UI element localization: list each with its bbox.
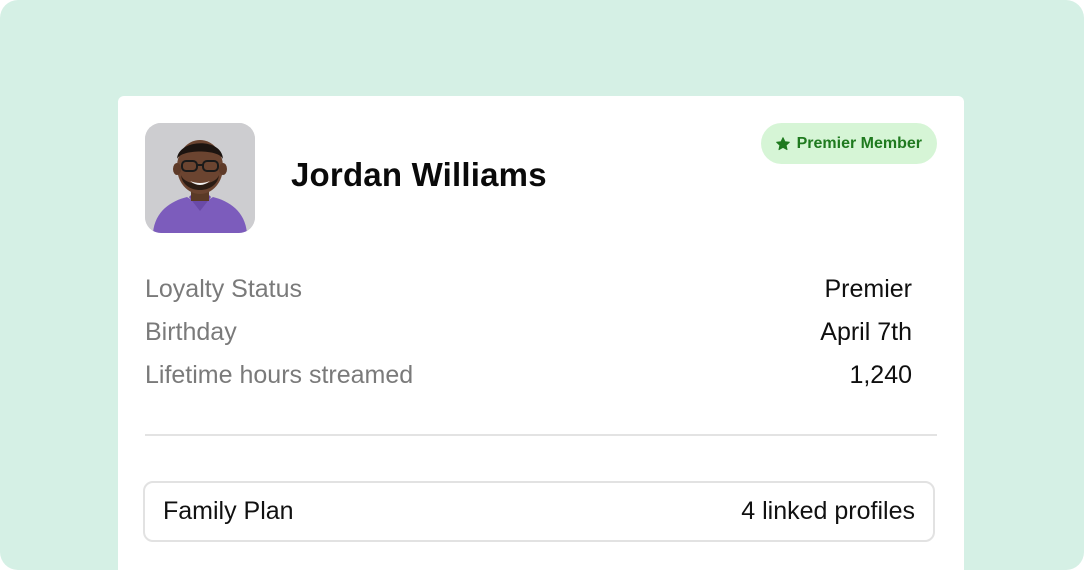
- profile-details: Loyalty Status Premier Birthday April 7t…: [145, 268, 912, 397]
- detail-value: Premier: [824, 275, 912, 303]
- status-badge-label: Premier Member: [796, 134, 922, 152]
- section-divider: [145, 434, 937, 436]
- detail-value: April 7th: [820, 318, 912, 346]
- detail-label: Loyalty Status: [145, 275, 303, 303]
- detail-label: Birthday: [145, 318, 237, 346]
- page-backdrop: Jordan Williams Premier Member Loyalty S…: [0, 0, 1084, 570]
- star-icon: [775, 136, 790, 150]
- status-badge: Premier Member: [760, 123, 937, 164]
- detail-row-loyalty-status: Loyalty Status Premier: [145, 268, 912, 311]
- detail-row-birthday: Birthday April 7th: [145, 311, 912, 354]
- avatar-photo: [145, 123, 255, 233]
- family-plan-row[interactable]: Family Plan 4 linked profiles: [143, 481, 935, 542]
- detail-value: 1,240: [849, 361, 912, 389]
- profile-name: Jordan Williams: [291, 156, 547, 193]
- detail-label: Lifetime hours streamed: [145, 361, 414, 389]
- plan-name: Family Plan: [163, 497, 294, 525]
- avatar: [145, 123, 255, 233]
- detail-row-lifetime-hours: Lifetime hours streamed 1,240: [145, 354, 912, 397]
- profile-card: Jordan Williams Premier Member Loyalty S…: [118, 96, 964, 570]
- plan-summary: 4 linked profiles: [741, 497, 915, 525]
